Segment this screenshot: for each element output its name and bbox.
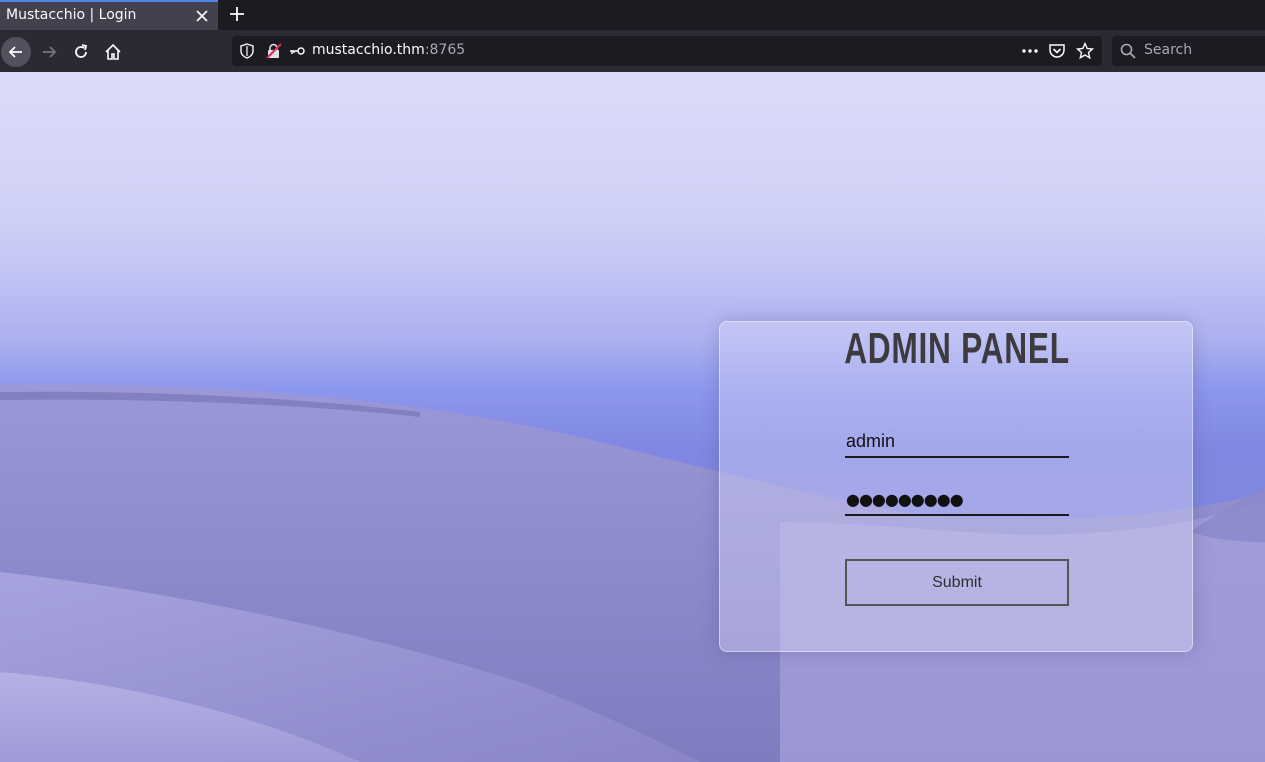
page-viewport: ADMIN PANEL admin ●●●●●●●●● Submit [0, 72, 1265, 762]
back-arrow-icon [8, 46, 22, 58]
new-tab-icon[interactable] [228, 5, 246, 23]
username-value: admin [846, 431, 896, 451]
back-button[interactable] [1, 37, 31, 67]
key-icon[interactable] [288, 43, 306, 59]
url-text[interactable]: mustacchio.thm:8765 [312, 42, 465, 58]
forward-button[interactable] [34, 37, 64, 67]
submit-label: Submit [932, 573, 982, 591]
reload-icon [75, 44, 88, 58]
home-icon [105, 43, 121, 60]
reload-button[interactable] [66, 37, 96, 67]
pocket-icon[interactable] [1048, 43, 1066, 59]
password-input[interactable]: ●●●●●●●●● [845, 486, 1069, 516]
forward-arrow-icon [43, 46, 57, 58]
search-icon [1120, 43, 1136, 59]
bookmark-star-icon[interactable] [1076, 42, 1094, 60]
tab-strip: Mustacchio | Login [0, 0, 1265, 30]
password-mask: ●●●●●●●●● [846, 490, 964, 509]
login-panel: ADMIN PANEL admin ●●●●●●●●● Submit [719, 321, 1193, 652]
insecure-lock-icon[interactable] [266, 43, 282, 59]
tab-mustacchio-login[interactable]: Mustacchio | Login [0, 0, 218, 30]
address-bar[interactable]: mustacchio.thm:8765 [232, 36, 1102, 66]
submit-button[interactable]: Submit [845, 559, 1069, 606]
url-port: :8765 [424, 42, 466, 58]
url-host: mustacchio.thm [312, 42, 425, 58]
tracking-shield-icon[interactable] [240, 43, 254, 59]
close-icon[interactable] [194, 8, 210, 24]
tab-title: Mustacchio | Login [6, 7, 137, 23]
navigation-toolbar: mustacchio.thm:8765 Search [0, 30, 1265, 72]
home-button[interactable] [98, 37, 128, 67]
page-title: ADMIN PANEL [844, 324, 1070, 373]
more-actions-icon[interactable] [1020, 43, 1040, 59]
search-bar[interactable]: Search [1112, 36, 1265, 66]
username-input[interactable]: admin [845, 428, 1069, 458]
search-placeholder: Search [1144, 42, 1193, 58]
